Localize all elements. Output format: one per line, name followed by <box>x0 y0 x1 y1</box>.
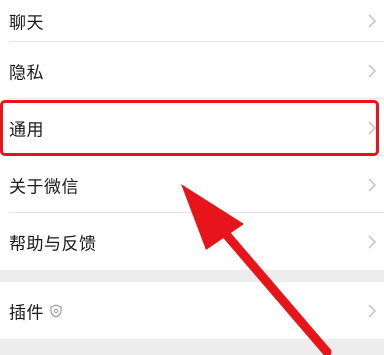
settings-item-help-feedback[interactable]: 帮助与反馈 <box>0 213 384 270</box>
settings-screen: 聊天 隐私 通用 关于微信 帮助与反馈 插件 <box>0 0 384 355</box>
settings-item-label: 关于微信 <box>9 177 79 197</box>
settings-item-about[interactable]: 关于微信 <box>0 156 384 213</box>
chevron-right-icon <box>368 303 377 318</box>
settings-item-plugins[interactable]: 插件 <box>0 282 384 339</box>
settings-item-label: 隐私 <box>9 63 44 83</box>
chevron-right-icon <box>368 177 377 192</box>
chevron-right-icon <box>368 120 377 135</box>
settings-item-label: 帮助与反馈 <box>9 234 97 254</box>
chevron-right-icon <box>368 14 377 28</box>
settings-item-privacy[interactable]: 隐私 <box>0 42 384 99</box>
settings-item-label: 插件 <box>9 303 44 323</box>
chevron-right-icon <box>368 63 377 78</box>
settings-group-plugins: 插件 <box>0 282 384 339</box>
chevron-right-icon <box>368 234 377 249</box>
shield-icon <box>50 303 62 318</box>
section-gap <box>0 270 384 282</box>
settings-item-label: 通用 <box>9 120 44 140</box>
settings-group-main: 聊天 隐私 通用 关于微信 帮助与反馈 <box>0 0 384 270</box>
settings-item-chat[interactable]: 聊天 <box>0 0 384 42</box>
settings-item-label: 聊天 <box>9 13 44 34</box>
settings-item-general[interactable]: 通用 <box>0 99 384 156</box>
